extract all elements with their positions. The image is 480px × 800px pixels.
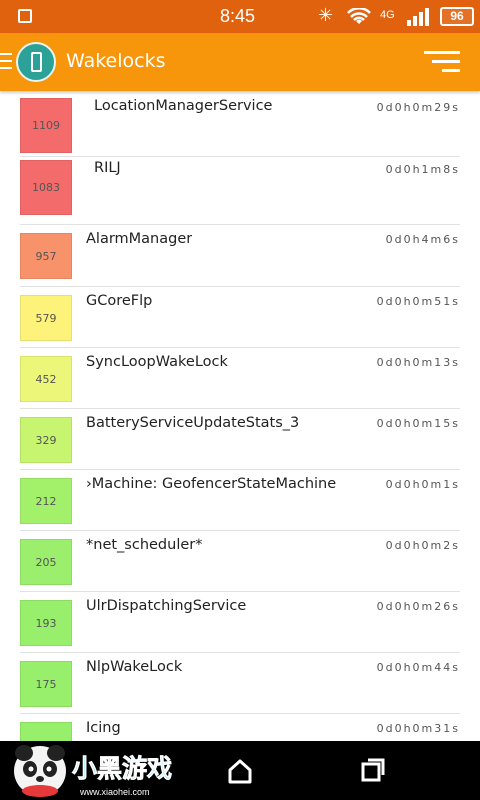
wakelock-name: LocationManagerService — [94, 98, 273, 114]
status-time: 8:45 — [220, 6, 256, 26]
wakelock-duration: 0d0h0m31s — [376, 722, 460, 735]
wakelock-name: SyncLoopWakeLock — [86, 354, 228, 370]
wakelock-duration: 0d0h0m15s — [376, 417, 460, 430]
wakelock-name: BatteryServiceUpdateStats_3 — [86, 415, 300, 431]
wakelock-name: Icing — [86, 720, 121, 736]
wakelock-count-badge: 957 — [20, 233, 72, 279]
recent-apps-icon[interactable] — [360, 757, 386, 783]
wakelock-list[interactable]: 1109 LocationManagerService 0d0h0m29s 1083 R… — [0, 91, 480, 741]
wakelock-row[interactable]: 1083 RILJ 0d0h1m8s — [0, 157, 480, 225]
wakelock-count-badge: 212 — [20, 478, 72, 524]
app-bar: Wakelocks — [0, 33, 480, 91]
wakelock-row[interactable]: 193 UlrDispatchingService 0d0h0m26s — [0, 592, 480, 653]
app-logo-icon[interactable] — [16, 42, 56, 82]
wakelock-duration: 0d0h0m29s — [376, 101, 460, 114]
wakelock-name: *net_scheduler* — [86, 537, 203, 553]
wifi-icon — [347, 8, 371, 24]
wakelock-duration: 0d0h0m44s — [376, 661, 460, 674]
page-title: Wakelocks — [66, 50, 166, 72]
wakelock-name: AlarmManager — [86, 231, 193, 247]
wakelock-count-badge: 329 — [20, 417, 72, 463]
svg-text:www.xiaohei.com: www.xiaohei.com — [79, 787, 150, 797]
wakelock-row[interactable]: 1109 LocationManagerService 0d0h0m29s — [0, 95, 480, 157]
wakelock-duration: 0d0h0m51s — [376, 295, 460, 308]
battery-icon: 96 — [440, 7, 474, 26]
wakelock-count-badge — [20, 722, 72, 741]
wakelock-name: UlrDispatchingService — [86, 598, 247, 614]
wakelock-row[interactable]: 329 BatteryServiceUpdateStats_3 0d0h0m15s — [0, 409, 480, 470]
wakelock-name: ›Machine: GeofencerStateMachine — [86, 476, 337, 492]
menu-icon[interactable] — [0, 53, 12, 71]
wakelock-row[interactable]: 175 NlpWakeLock 0d0h0m44s — [0, 653, 480, 714]
home-icon[interactable] — [226, 757, 254, 785]
wakelock-count-badge: 175 — [20, 661, 72, 707]
wakelock-row[interactable]: 205 *net_scheduler* 0d0h0m2s — [0, 531, 480, 592]
wakelock-duration: 0d0h0m2s — [385, 539, 460, 552]
wakelock-duration: 0d0h0m1s — [385, 478, 460, 491]
wakelock-count-badge: 452 — [20, 356, 72, 402]
wakelock-row[interactable]: 212 ›Machine: GeofencerStateMachine 0d0h0m… — [0, 470, 480, 531]
wakelock-name: GCoreFlp — [86, 293, 153, 309]
wakelock-count-badge: 579 — [20, 295, 72, 341]
notification-icon — [18, 9, 32, 23]
svg-text:小黑游戏: 小黑游戏 — [72, 754, 172, 783]
wakelock-duration: 0d0h1m8s — [385, 163, 460, 176]
wakelock-duration: 0d0h4m6s — [385, 233, 460, 246]
wakelock-row[interactable]: Icing 0d0h0m31s — [0, 714, 480, 741]
wakelock-name: NlpWakeLock — [86, 659, 183, 675]
wakelock-count-badge: 205 — [20, 539, 72, 585]
status-bar: 8:45 ✳ 4G 96 — [0, 0, 480, 33]
bluetooth-icon: ✳ — [318, 5, 334, 26]
network-type: 4G — [380, 9, 395, 21]
watermark-logo: 小黑游戏 www.xiaohei.com — [14, 745, 172, 797]
wakelock-row[interactable]: 579 GCoreFlp 0d0h0m51s — [0, 287, 480, 348]
navigation-bar: 小黑游戏 www.xiaohei.com — [0, 741, 480, 800]
wakelock-count-badge: 1083 — [20, 160, 72, 215]
wakelock-count-badge: 193 — [20, 600, 72, 646]
wakelock-row[interactable]: 452 SyncLoopWakeLock 0d0h0m13s — [0, 348, 480, 409]
signal-icon — [407, 8, 429, 26]
wakelock-row[interactable]: 957 AlarmManager 0d0h4m6s — [0, 225, 480, 287]
wakelock-count-badge: 1109 — [20, 98, 72, 153]
sort-icon[interactable] — [424, 51, 460, 73]
wakelock-name: RILJ — [94, 160, 121, 176]
wakelock-duration: 0d0h0m13s — [376, 356, 460, 369]
wakelock-duration: 0d0h0m26s — [376, 600, 460, 613]
